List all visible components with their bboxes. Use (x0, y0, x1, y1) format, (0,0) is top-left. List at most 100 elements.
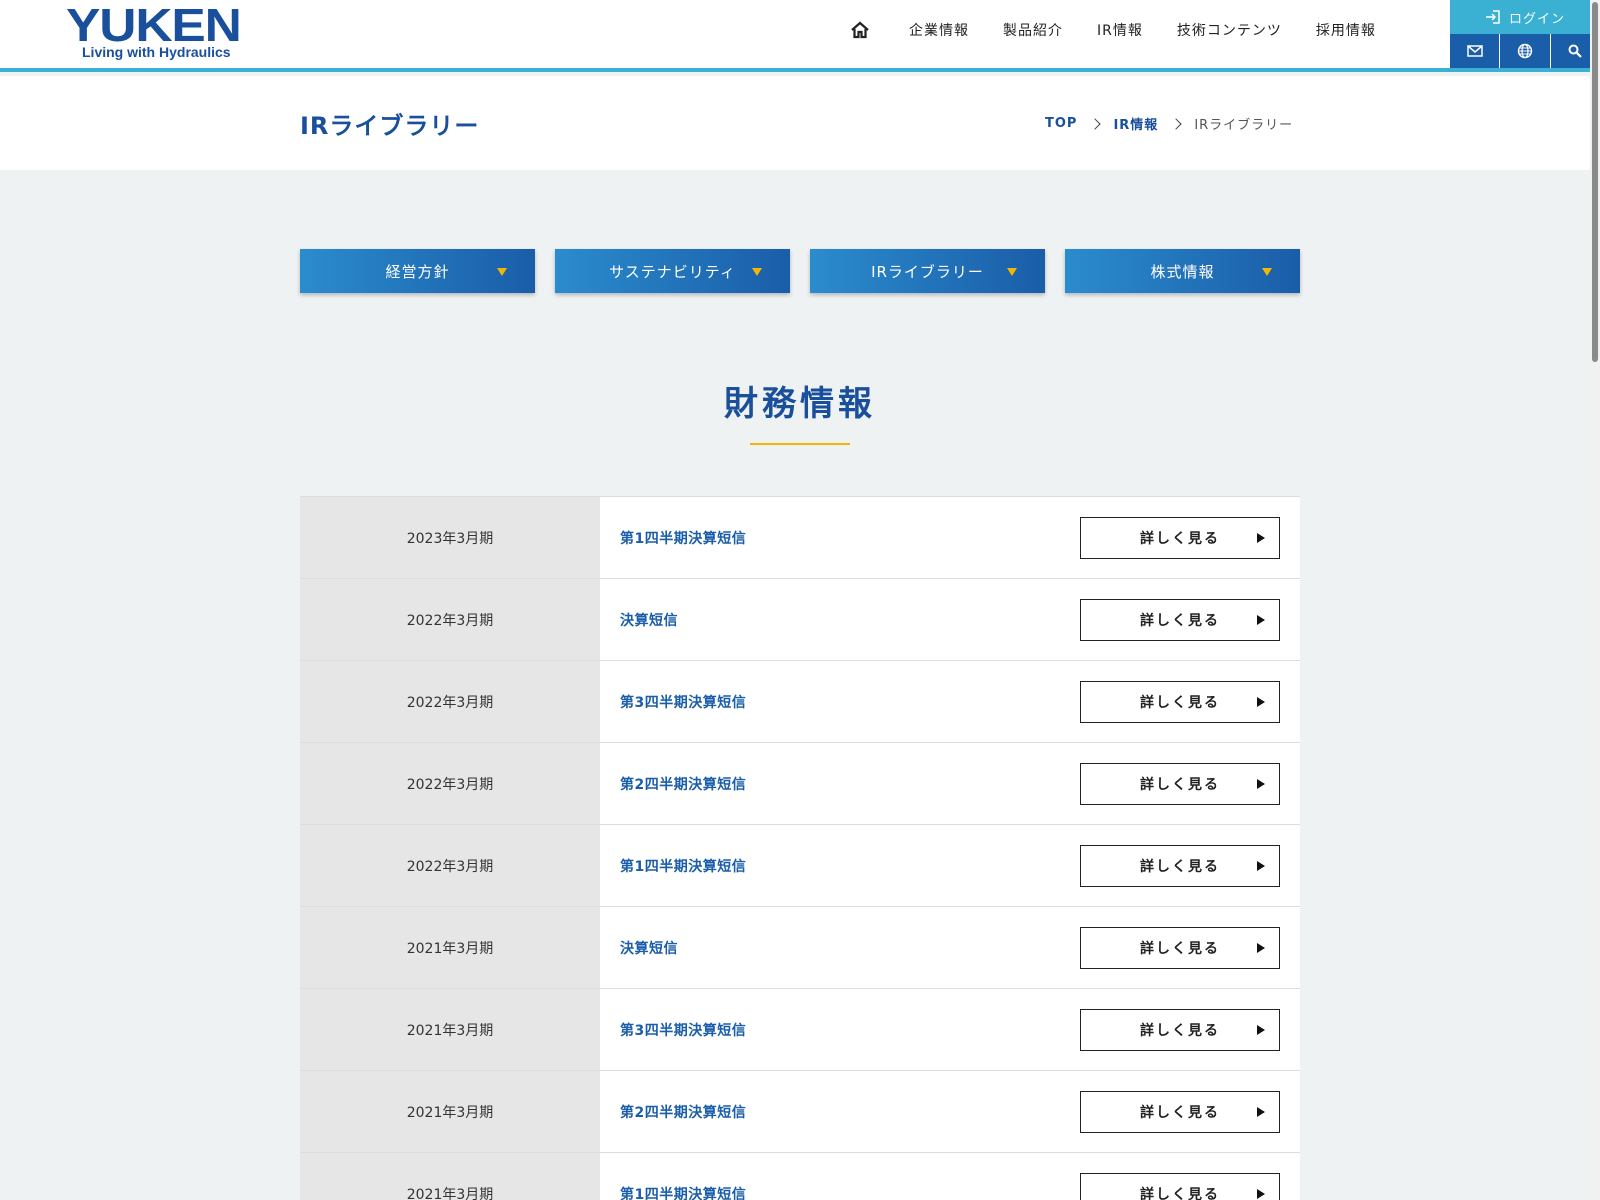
financial-info-table: 2023年3月期 第1四半期決算短信 詳しく見る 2022年3月期 決算短信 詳… (300, 496, 1300, 1200)
triangle-down-icon (1007, 268, 1017, 276)
nav-item-products[interactable]: 製品紹介 (1003, 20, 1063, 40)
subnav-label: サステナビリティ (609, 262, 736, 281)
doc-cell: 第1四半期決算短信 詳しく見る (600, 1153, 1300, 1200)
play-arrow-icon (1257, 1107, 1265, 1117)
table-row: 2021年3月期 第3四半期決算短信 詳しく見る (300, 989, 1300, 1071)
language-button[interactable] (1499, 34, 1550, 68)
doc-link[interactable]: 第1四半期決算短信 (620, 528, 746, 548)
view-more-button[interactable]: 詳しく見る (1080, 1091, 1280, 1133)
global-nav: 企業情報 製品紹介 IR情報 技術コンテンツ 採用情報 (850, 0, 1393, 60)
yuken-logo[interactable]: YUKEN Living with Hydraulics (66, 2, 242, 64)
breadcrumb-ir[interactable]: IR情報 (1113, 114, 1158, 133)
section-title: 財務情報 (724, 384, 876, 424)
doc-cell: 第2四半期決算短信 詳しく見る (600, 1071, 1300, 1152)
view-more-label: 詳しく見る (1140, 1187, 1220, 1200)
period-cell: 2022年3月期 (300, 661, 600, 742)
ir-subnav: 経営方針 サステナビリティ IRライブラリー 株式情報 (300, 249, 1300, 293)
view-more-button[interactable]: 詳しく見る (1080, 599, 1280, 641)
doc-link[interactable]: 第1四半期決算短信 (620, 1184, 746, 1200)
period-cell: 2022年3月期 (300, 579, 600, 660)
view-more-button[interactable]: 詳しく見る (1080, 1173, 1280, 1200)
utility-buttons (1450, 34, 1600, 68)
subnav-label: 株式情報 (1150, 262, 1215, 281)
period-cell: 2022年3月期 (300, 825, 600, 906)
table-row: 2021年3月期 決算短信 詳しく見る (300, 907, 1300, 989)
doc-cell: 第3四半期決算短信 詳しく見る (600, 989, 1300, 1070)
doc-cell: 第2四半期決算短信 詳しく見る (600, 743, 1300, 824)
doc-link[interactable]: 第3四半期決算短信 (620, 1020, 746, 1040)
nav-item-company[interactable]: 企業情報 (909, 20, 969, 40)
breadcrumb-top[interactable]: TOP (1045, 116, 1077, 131)
home-icon[interactable] (850, 20, 870, 40)
login-icon (1485, 10, 1500, 24)
play-arrow-icon (1257, 1025, 1265, 1035)
login-label: ログイン (1508, 11, 1565, 27)
view-more-label: 詳しく見る (1140, 1023, 1220, 1039)
subnav-sustainability[interactable]: サステナビリティ (555, 249, 790, 293)
play-arrow-icon (1257, 861, 1265, 871)
play-arrow-icon (1257, 533, 1265, 543)
view-more-label: 詳しく見る (1140, 859, 1220, 875)
doc-link[interactable]: 第3四半期決算短信 (620, 692, 746, 712)
doc-link[interactable]: 決算短信 (620, 938, 678, 958)
view-more-button[interactable]: 詳しく見る (1080, 927, 1280, 969)
period-cell: 2023年3月期 (300, 497, 600, 578)
breadcrumb: TOP IR情報 IRライブラリー (1045, 114, 1293, 133)
triangle-down-icon (752, 268, 762, 276)
period-cell: 2021年3月期 (300, 989, 600, 1070)
doc-cell: 第3四半期決算短信 詳しく見る (600, 661, 1300, 742)
triangle-down-icon (497, 268, 507, 276)
view-more-label: 詳しく見る (1140, 1105, 1220, 1121)
login-button[interactable]: ログイン (1450, 0, 1600, 34)
table-row: 2022年3月期 第3四半期決算短信 詳しく見る (300, 661, 1300, 743)
mail-button[interactable] (1450, 34, 1500, 68)
table-row: 2021年3月期 第1四半期決算短信 詳しく見る (300, 1153, 1300, 1200)
logo-tagline: Living with Hydraulics (82, 44, 231, 60)
doc-link[interactable]: 第2四半期決算短信 (620, 774, 746, 794)
subnav-label: 経営方針 (385, 262, 450, 281)
site-header: YUKEN Living with Hydraulics 企業情報 製品紹介 I… (0, 0, 1600, 72)
page-scrollbar[interactable] (1590, 0, 1600, 1200)
view-more-button[interactable]: 詳しく見る (1080, 1009, 1280, 1051)
period-cell: 2021年3月期 (300, 1071, 600, 1152)
play-arrow-icon (1257, 615, 1265, 625)
table-row: 2023年3月期 第1四半期決算短信 詳しく見る (300, 497, 1300, 579)
subnav-ir-library[interactable]: IRライブラリー (810, 249, 1045, 293)
view-more-button[interactable]: 詳しく見る (1080, 845, 1280, 887)
page-title-band: IRライブラリー TOP IR情報 IRライブラリー (0, 76, 1590, 170)
nav-item-ir[interactable]: IR情報 (1097, 20, 1143, 40)
view-more-label: 詳しく見る (1140, 531, 1220, 547)
view-more-button[interactable]: 詳しく見る (1080, 681, 1280, 723)
chevron-right-icon (1089, 117, 1102, 130)
view-more-button[interactable]: 詳しく見る (1080, 517, 1280, 559)
view-more-label: 詳しく見る (1140, 777, 1220, 793)
triangle-down-icon (1262, 268, 1272, 276)
view-more-label: 詳しく見る (1140, 613, 1220, 629)
period-cell: 2022年3月期 (300, 743, 600, 824)
scrollbar-thumb[interactable] (1592, 2, 1598, 362)
doc-cell: 第1四半期決算短信 詳しく見る (600, 497, 1300, 578)
nav-item-technology[interactable]: 技術コンテンツ (1177, 20, 1282, 40)
period-cell: 2021年3月期 (300, 1153, 600, 1200)
nav-item-recruit[interactable]: 採用情報 (1316, 20, 1376, 40)
view-more-label: 詳しく見る (1140, 695, 1220, 711)
section-underline (750, 443, 850, 445)
doc-link[interactable]: 第1四半期決算短信 (620, 856, 746, 876)
table-row: 2021年3月期 第2四半期決算短信 詳しく見る (300, 1071, 1300, 1153)
subnav-stock-info[interactable]: 株式情報 (1065, 249, 1300, 293)
view-more-label: 詳しく見る (1140, 941, 1220, 957)
doc-link[interactable]: 第2四半期決算短信 (620, 1102, 746, 1122)
view-more-button[interactable]: 詳しく見る (1080, 763, 1280, 805)
subnav-label: IRライブラリー (871, 262, 984, 281)
subnav-policy[interactable]: 経営方針 (300, 249, 535, 293)
globe-icon (1517, 43, 1533, 59)
table-row: 2022年3月期 決算短信 詳しく見る (300, 579, 1300, 661)
doc-cell: 第1四半期決算短信 詳しく見る (600, 825, 1300, 906)
page-title: IRライブラリー (300, 112, 480, 140)
doc-link[interactable]: 決算短信 (620, 610, 678, 630)
play-arrow-icon (1257, 943, 1265, 953)
utility-box: ログイン (1450, 0, 1600, 68)
table-row: 2022年3月期 第2四半期決算短信 詳しく見る (300, 743, 1300, 825)
play-arrow-icon (1257, 1189, 1265, 1199)
play-arrow-icon (1257, 779, 1265, 789)
